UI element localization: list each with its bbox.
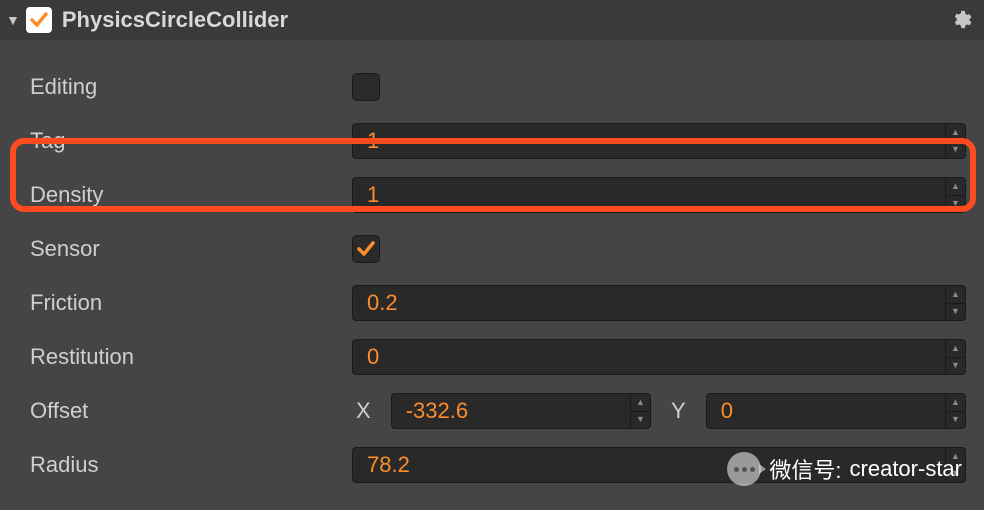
radius-value: 78.2 (353, 452, 945, 478)
density-value: 1 (353, 182, 945, 208)
label-radius: Radius (28, 452, 352, 478)
spinner-up-icon[interactable]: ▲ (946, 286, 965, 304)
row-friction: Friction 0.2 ▲▼ (28, 276, 966, 330)
radius-input[interactable]: 78.2 ▲▼ (352, 447, 966, 483)
offset-x-value: -332.6 (392, 398, 630, 424)
row-density: Density 1 ▲▼ (28, 168, 966, 222)
row-tag: Tag 1 ▲▼ (28, 114, 966, 168)
tag-spinner[interactable]: ▲▼ (945, 124, 965, 158)
row-editing: Editing (28, 60, 966, 114)
spinner-up-icon[interactable]: ▲ (631, 394, 650, 412)
label-density: Density (28, 182, 352, 208)
row-sensor: Sensor (28, 222, 966, 276)
row-restitution: Restitution 0 ▲▼ (28, 330, 966, 384)
label-restitution: Restitution (28, 344, 352, 370)
label-offset: Offset (28, 398, 352, 424)
spinner-up-icon[interactable]: ▲ (946, 394, 965, 412)
restitution-input[interactable]: 0 ▲▼ (352, 339, 966, 375)
tag-input[interactable]: 1 ▲▼ (352, 123, 966, 159)
gear-icon[interactable] (950, 9, 972, 31)
spinner-down-icon[interactable]: ▼ (946, 412, 965, 429)
friction-spinner[interactable]: ▲▼ (945, 286, 965, 320)
density-spinner[interactable]: ▲▼ (945, 178, 965, 212)
spinner-down-icon[interactable]: ▼ (631, 412, 650, 429)
spinner-up-icon[interactable]: ▲ (946, 178, 965, 196)
label-editing: Editing (28, 74, 352, 100)
spinner-down-icon[interactable]: ▼ (946, 304, 965, 321)
spinner-down-icon[interactable]: ▼ (946, 466, 965, 483)
sensor-checkbox[interactable] (352, 235, 380, 263)
offset-y-input[interactable]: 0 ▲▼ (706, 393, 966, 429)
component-header[interactable]: ▼ PhysicsCircleCollider (0, 0, 984, 40)
offset-x-input[interactable]: -332.6 ▲▼ (391, 393, 651, 429)
friction-input[interactable]: 0.2 ▲▼ (352, 285, 966, 321)
restitution-value: 0 (353, 344, 945, 370)
component-title: PhysicsCircleCollider (62, 7, 950, 33)
restitution-spinner[interactable]: ▲▼ (945, 340, 965, 374)
spinner-down-icon[interactable]: ▼ (946, 142, 965, 159)
offset-y-spinner[interactable]: ▲▼ (945, 394, 965, 428)
offset-x-label: X (352, 398, 375, 424)
spinner-up-icon[interactable]: ▲ (946, 124, 965, 142)
tag-value: 1 (353, 128, 945, 154)
offset-y-value: 0 (707, 398, 945, 424)
spinner-down-icon[interactable]: ▼ (946, 196, 965, 213)
spinner-up-icon[interactable]: ▲ (946, 448, 965, 466)
collapse-icon[interactable]: ▼ (6, 12, 20, 28)
spinner-up-icon[interactable]: ▲ (946, 340, 965, 358)
spinner-down-icon[interactable]: ▼ (946, 358, 965, 375)
radius-spinner[interactable]: ▲▼ (945, 448, 965, 482)
friction-value: 0.2 (353, 290, 945, 316)
editing-checkbox[interactable] (352, 73, 380, 101)
offset-y-label: Y (667, 398, 690, 424)
label-tag: Tag (28, 128, 352, 154)
label-sensor: Sensor (28, 236, 352, 262)
row-offset: Offset X -332.6 ▲▼ Y 0 ▲▼ (28, 384, 966, 438)
density-input[interactable]: 1 ▲▼ (352, 177, 966, 213)
component-body: Editing Tag 1 ▲▼ Density 1 ▲▼ (0, 40, 984, 492)
component-panel: ▼ PhysicsCircleCollider Editing Tag 1 ▲▼ (0, 0, 984, 492)
label-friction: Friction (28, 290, 352, 316)
offset-x-spinner[interactable]: ▲▼ (630, 394, 650, 428)
row-radius: Radius 78.2 ▲▼ (28, 438, 966, 492)
enable-checkbox[interactable] (26, 7, 52, 33)
